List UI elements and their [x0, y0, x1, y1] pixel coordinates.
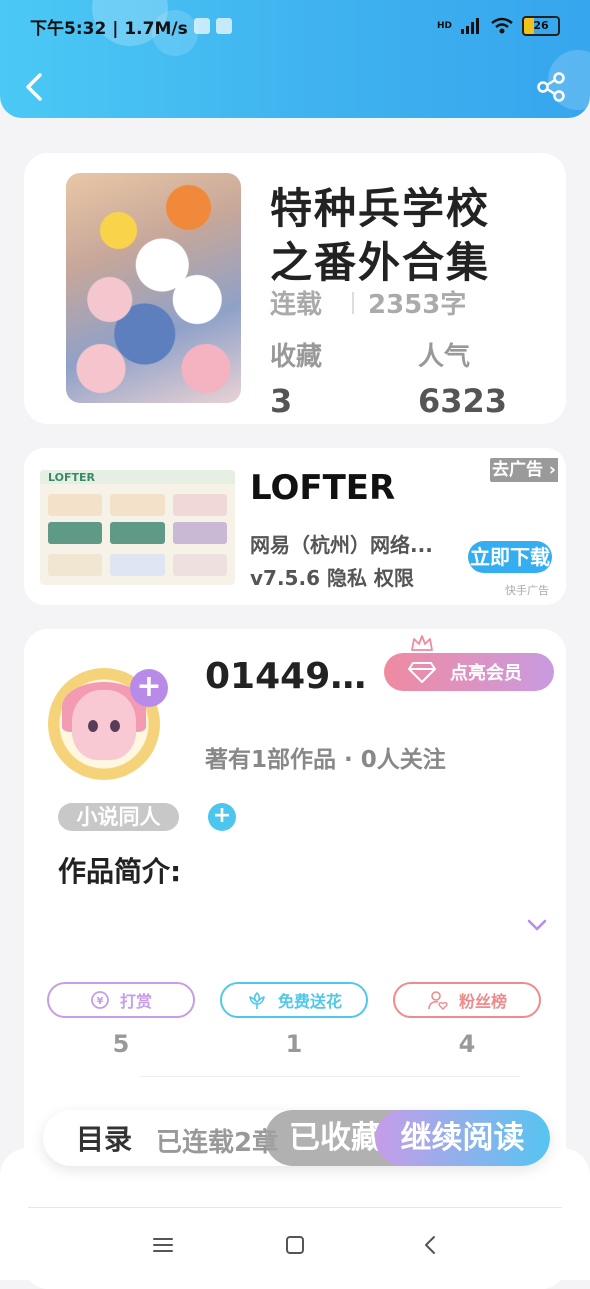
divider	[352, 292, 354, 314]
notification-icon	[193, 18, 210, 34]
share-button[interactable]	[534, 70, 568, 104]
ad-download-button[interactable]: 立即下载	[468, 541, 552, 573]
coin-icon: ¥	[91, 991, 109, 1009]
intro-title: 作品简介:	[58, 855, 182, 888]
tip-button[interactable]: ¥ 打赏	[47, 982, 195, 1018]
continue-reading-button[interactable]: 继续阅读	[375, 1110, 550, 1166]
flower-count: 1	[285, 1030, 303, 1058]
author-name[interactable]: 014491...	[205, 656, 380, 697]
toc-button[interactable]: 目录	[76, 1118, 132, 1158]
vip-button[interactable]: 点亮会员	[384, 653, 554, 691]
wifi-icon	[491, 17, 513, 34]
network-label: HD	[436, 21, 452, 31]
diamond-icon	[408, 662, 436, 683]
book-title: 特种兵学校 之番外合集	[270, 184, 491, 287]
remove-ad-button[interactable]: 去广告 ›	[490, 458, 558, 482]
vip-button-label: 点亮会员	[450, 663, 522, 684]
ad-thumb-brand: LOFTER	[48, 471, 95, 484]
tip-label: 打赏	[119, 992, 152, 1011]
word-count: 2353字	[368, 290, 467, 320]
svg-text:¥: ¥	[97, 996, 104, 1007]
ad-company: 网易（杭州）网络...	[250, 533, 433, 557]
serial-status: 已连载2章	[156, 1128, 279, 1158]
tip-count: 5	[112, 1030, 130, 1058]
favorites-label: 收藏	[270, 342, 323, 372]
send-flower-button[interactable]: 免费送花	[220, 982, 368, 1018]
crown-icon	[411, 635, 433, 651]
divider	[28, 1207, 562, 1208]
battery-icon: 26	[522, 16, 560, 36]
divider	[140, 1076, 520, 1077]
home-nav-icon[interactable]	[282, 1232, 308, 1258]
ad-app-name[interactable]: LOFTER	[250, 468, 395, 508]
status-time: 下午5:32 | 1.7M/s	[30, 18, 188, 39]
ad-meta[interactable]: v7.5.6 隐私 权限	[250, 562, 414, 591]
author-meta: 著有1部作品 · 0人关注	[205, 747, 446, 773]
category-tag[interactable]: 小说同人	[58, 803, 179, 831]
favorites-value: 3	[270, 382, 293, 420]
menu-nav-icon[interactable]	[150, 1232, 176, 1258]
signal-icon	[461, 18, 479, 34]
book-status: 连载	[270, 290, 323, 320]
ad-source-label: 快手广告	[505, 584, 549, 597]
ad-thumbnail[interactable]: LOFTER	[40, 470, 235, 585]
fan-count: 4	[458, 1030, 476, 1058]
fan-ranking-button[interactable]: 粉丝榜	[393, 982, 541, 1018]
bottom-sheet	[0, 1148, 590, 1280]
add-tag-icon[interactable]: +	[208, 803, 236, 831]
book-cover-image[interactable]	[66, 173, 241, 403]
back-nav-icon[interactable]	[418, 1232, 444, 1258]
follow-plus-icon[interactable]: +	[130, 669, 168, 707]
popularity-label: 人气	[418, 342, 471, 372]
reading-action-bar: 目录 已连载2章 已收藏 继续阅读	[43, 1110, 550, 1166]
fan-ranking-label: 粉丝榜	[458, 992, 507, 1011]
popularity-value: 6323	[418, 382, 508, 420]
user-heart-icon	[428, 991, 448, 1010]
back-button[interactable]	[20, 70, 50, 104]
status-bar: 下午5:32 | 1.7M/s HD 26	[30, 10, 560, 42]
chevron-down-icon[interactable]	[526, 917, 548, 933]
flower-icon	[249, 992, 265, 1009]
notification-icon	[215, 18, 232, 34]
send-flower-label: 免费送花	[277, 992, 342, 1011]
header: 下午5:32 | 1.7M/s HD 26	[0, 0, 590, 118]
